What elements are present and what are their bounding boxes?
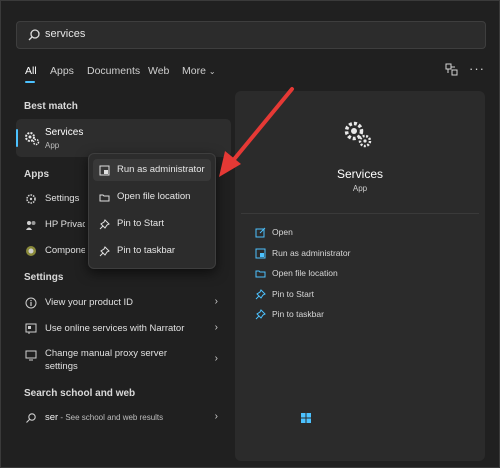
people-icon-glyph: [445, 63, 458, 76]
gear-icon: [25, 132, 40, 146]
narrator-icon: [25, 323, 37, 334]
tab-more-label: More: [182, 65, 206, 77]
web-search-term: ser: [45, 412, 59, 423]
component-services-icon: [26, 246, 36, 256]
setting-label-line2: settings: [45, 361, 78, 372]
app-item-label: Settings: [45, 193, 80, 204]
menu-item-label: Open file location: [117, 191, 191, 202]
search-icon: [28, 29, 40, 41]
tab-all[interactable]: All: [25, 65, 37, 77]
ellipsis-icon[interactable]: ···: [469, 61, 485, 76]
info-icon: [25, 297, 37, 309]
folder-icon: [99, 194, 110, 202]
divider: [241, 213, 479, 214]
chevron-right-icon: ›: [214, 296, 218, 307]
chevron-right-icon: ›: [214, 353, 218, 364]
best-match-type: App: [45, 141, 60, 150]
settings-heading: Settings: [24, 272, 64, 283]
search-tabs: All Apps Documents Web More ⌄: [1, 59, 499, 83]
search-input[interactable]: services: [45, 28, 85, 40]
menu-pin-to-start[interactable]: Pin to Start: [93, 213, 211, 235]
people-icon[interactable]: [445, 63, 458, 79]
web-search-suffix: - See school and web results: [58, 413, 164, 422]
menu-item-label: Pin to Start: [117, 218, 164, 229]
menu-open-file-location[interactable]: Open file location: [93, 186, 211, 208]
setting-narrator[interactable]: Use online services with Narrator ›: [16, 316, 226, 341]
pin-icon: [255, 289, 266, 300]
details-title: Services: [336, 167, 383, 181]
tab-web[interactable]: Web: [148, 65, 169, 77]
apps-heading: Apps: [24, 169, 49, 180]
people-icon: [26, 221, 36, 230]
shield-icon: [99, 165, 110, 176]
setting-label: Use online services with Narrator: [45, 323, 185, 334]
tab-more[interactable]: More ⌄: [182, 65, 216, 77]
gear-icon: [344, 121, 372, 148]
setting-view-product-id[interactable]: View your product ID ›: [16, 290, 226, 315]
pin-icon: [99, 246, 110, 257]
shield-icon: [255, 248, 266, 259]
best-match-services[interactable]: Services App: [16, 119, 231, 157]
chevron-right-icon: ›: [214, 322, 218, 333]
best-match-name: Services: [45, 127, 84, 138]
best-match-heading: Best match: [24, 101, 78, 112]
web-search-text: ser - See school and web results: [45, 412, 163, 423]
active-tab-indicator: [25, 81, 35, 83]
search-web-heading: Search school and web: [24, 388, 136, 399]
selection-indicator: [16, 129, 18, 147]
details-pane: Services App Open Run as administrator O…: [235, 91, 485, 461]
setting-label: View your product ID: [45, 297, 134, 308]
windows-logo-icon: [301, 413, 311, 423]
menu-run-as-administrator[interactable]: Run as administrator: [93, 159, 211, 181]
search-box[interactable]: services: [16, 21, 486, 49]
menu-item-label: Run as administrator: [117, 164, 205, 175]
action-label: Run as administrator: [272, 248, 351, 258]
details-subtitle: App: [352, 184, 368, 193]
pin-icon: [255, 309, 266, 320]
action-label: Open file location: [272, 268, 338, 278]
menu-item-label: Pin to taskbar: [117, 245, 176, 256]
tab-apps[interactable]: Apps: [50, 65, 74, 77]
context-menu: Run as administrator Open file location …: [88, 153, 216, 269]
tab-documents[interactable]: Documents: [87, 65, 140, 77]
action-label: Pin to Start: [272, 289, 315, 299]
action-label: Open: [272, 227, 293, 237]
pin-icon: [99, 219, 110, 230]
folder-icon: [255, 270, 266, 278]
setting-proxy[interactable]: Change manual proxy server settings ›: [16, 343, 226, 373]
chevron-down-icon: ⌄: [208, 67, 216, 76]
setting-label-line1: Change manual proxy server: [45, 348, 167, 359]
menu-pin-to-taskbar[interactable]: Pin to taskbar: [93, 240, 211, 262]
start-search-panel: services All Apps Documents Web More ⌄ ·…: [0, 0, 500, 468]
search-icon: [26, 413, 36, 423]
chevron-right-icon: ›: [214, 411, 218, 422]
action-label: Pin to taskbar: [272, 309, 324, 319]
web-search-item[interactable]: ser - See school and web results ›: [16, 405, 226, 430]
app-item-label: HP Privacy: [45, 219, 85, 230]
app-item-label: Componer: [45, 245, 85, 256]
monitor-icon: [25, 350, 37, 361]
gear-icon: [26, 194, 36, 204]
open-icon: [255, 227, 266, 238]
